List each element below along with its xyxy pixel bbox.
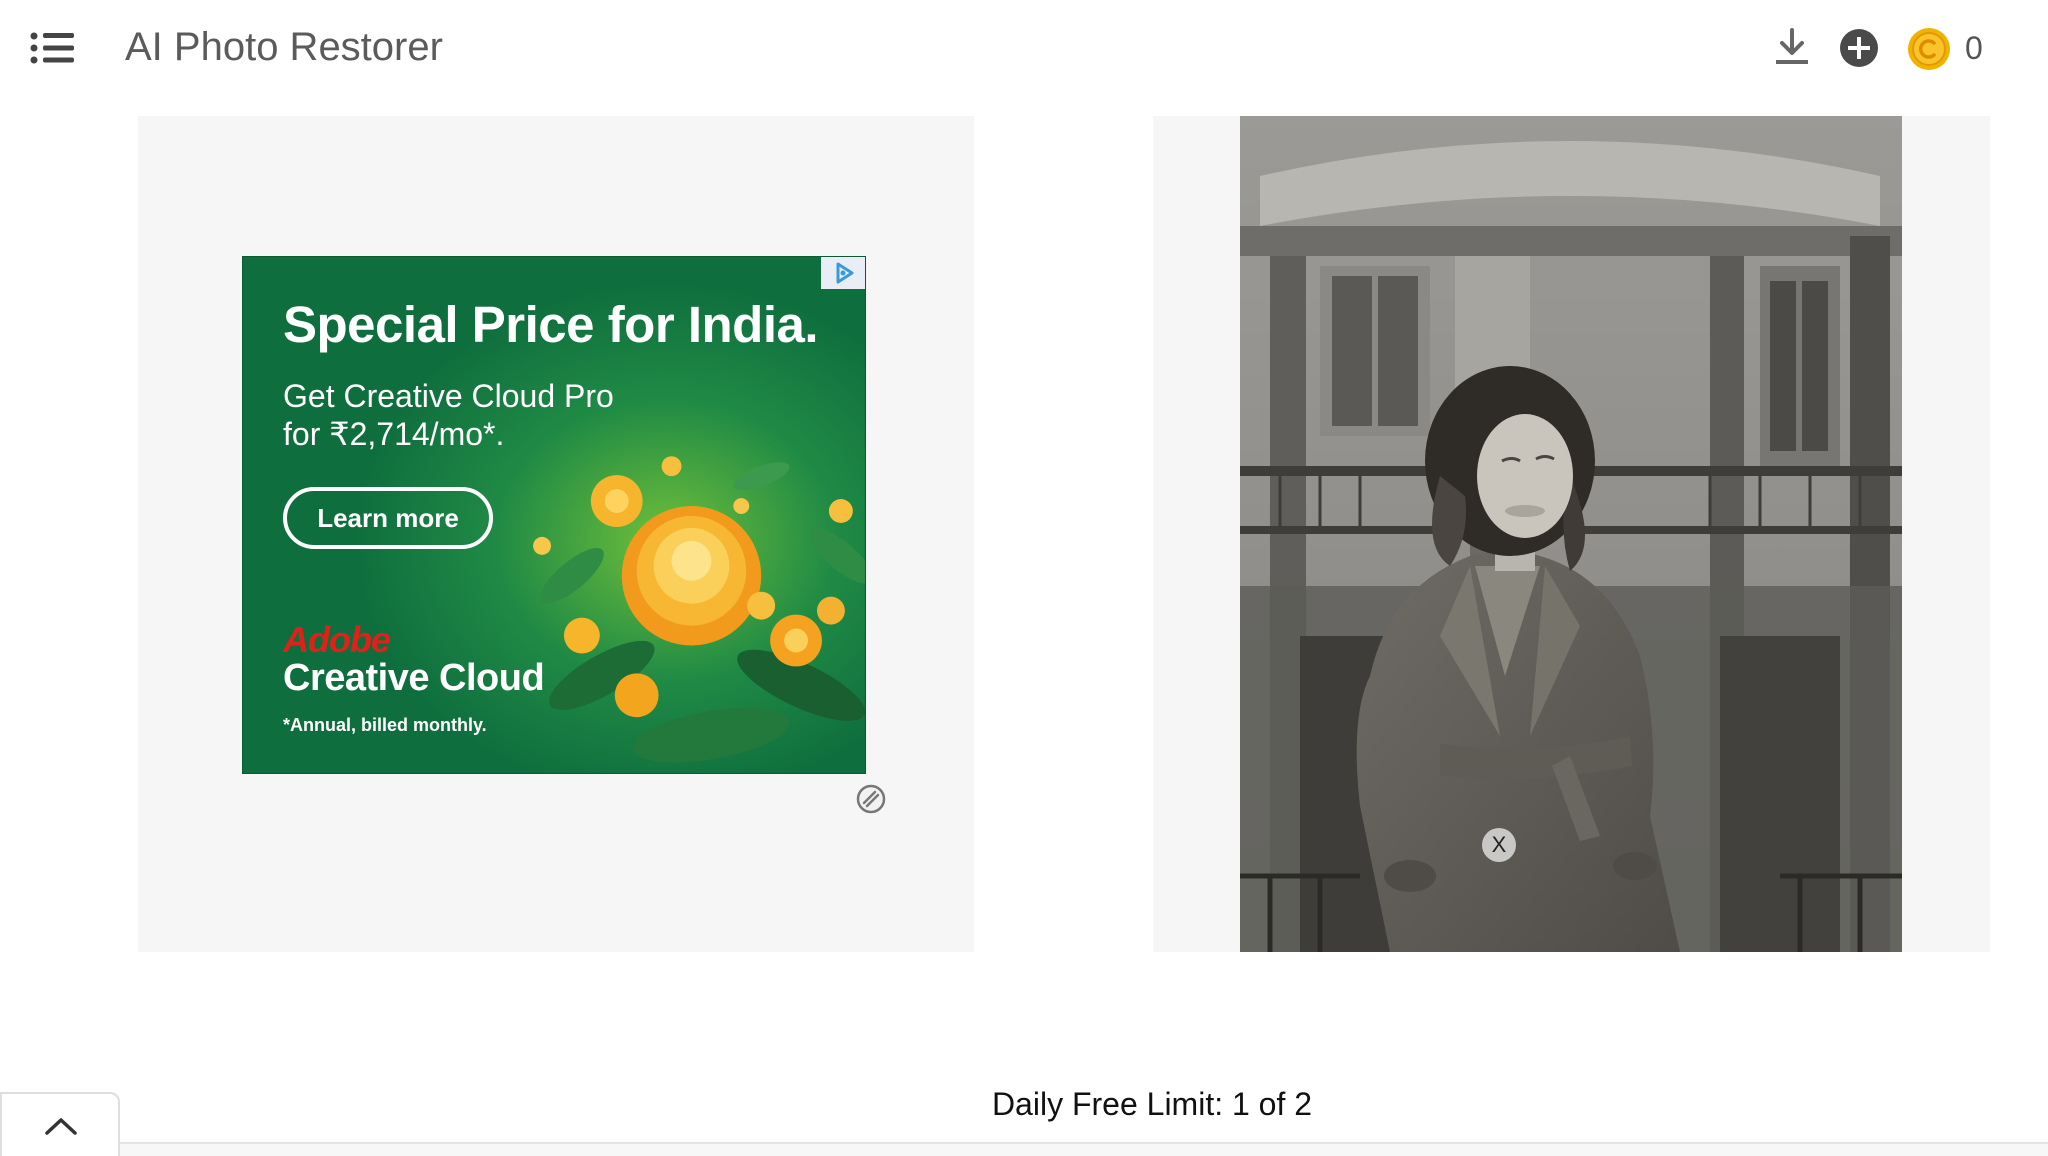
ad-subline: Get Creative Cloud Pro for ₹2,714/mo*. — [283, 377, 683, 453]
coin-count: 0 — [1965, 30, 1983, 66]
ad-subline-2: for ₹2,714/mo*. — [283, 416, 505, 452]
ad-subline-1: Get Creative Cloud Pro — [283, 378, 614, 414]
list-menu-icon[interactable] — [30, 30, 76, 66]
collapse-panel-button[interactable] — [0, 1092, 120, 1156]
ad-banner[interactable]: Special Price for India. Get Creative Cl… — [242, 256, 866, 774]
ad-headline: Special Price for India. — [283, 296, 819, 353]
app-title: AI Photo Restorer — [125, 25, 443, 69]
photo-panel: X — [1153, 116, 1990, 952]
daily-limit-label: Daily Free Limit: 1 of 2 — [0, 1086, 2048, 1123]
bottom-bar — [0, 1142, 2048, 1156]
ad-panel: Special Price for India. Get Creative Cl… — [138, 116, 974, 952]
coin-icon[interactable] — [1907, 27, 1951, 71]
download-icon[interactable] — [1772, 26, 1812, 68]
ad-fine-print: *Annual, billed monthly. — [283, 715, 487, 735]
ad-product: Creative Cloud — [283, 657, 545, 699]
ad-feedback-icon[interactable] — [856, 784, 886, 814]
learn-more-button[interactable]: Learn more — [283, 487, 493, 549]
restored-photo[interactable]: X — [1240, 116, 1902, 952]
app-header: AI Photo Restorer 0 — [0, 0, 2048, 96]
daily-limit-text: Daily Free Limit: 1 of 2 — [991, 1086, 1313, 1122]
ad-brand: Adobe — [283, 619, 391, 660]
plus-circle-icon[interactable] — [1838, 27, 1880, 69]
photo-image — [1240, 116, 1902, 952]
remove-photo-button[interactable]: X — [1482, 828, 1516, 862]
page: AI Photo Restorer 0 Special Price for In… — [0, 0, 2048, 1156]
chevron-up-icon — [45, 1118, 77, 1135]
adchoices-icon[interactable] — [821, 257, 865, 289]
